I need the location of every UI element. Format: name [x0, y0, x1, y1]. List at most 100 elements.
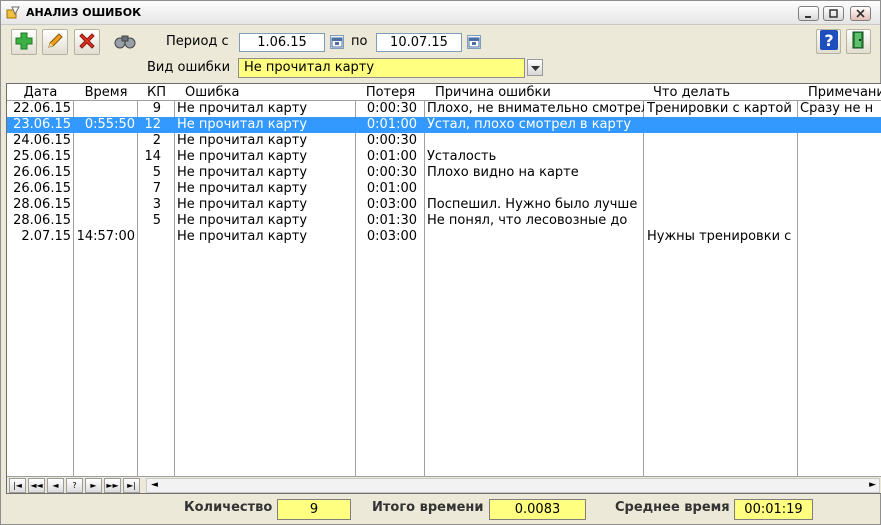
cell-todo[interactable]	[644, 213, 798, 229]
cell-loss[interactable]: 0:00:30	[356, 101, 425, 117]
cell-todo[interactable]: Нужны тренировки с	[644, 229, 798, 245]
cell-note[interactable]	[798, 197, 881, 213]
col-header-note[interactable]: Примечание	[798, 84, 881, 101]
date-to-field[interactable]: 10.07.15	[376, 33, 462, 52]
col-header-date[interactable]: Дата	[7, 84, 74, 101]
maximize-button[interactable]	[823, 6, 844, 21]
cell-todo[interactable]	[644, 117, 798, 133]
cell-kp[interactable]: 14	[138, 149, 175, 165]
cell-cause[interactable]: Плохо видно на карте	[425, 165, 644, 181]
cell-note[interactable]	[798, 165, 881, 181]
cell-cause[interactable]: Усталость	[425, 149, 644, 165]
col-header-error[interactable]: Ошибка	[175, 84, 356, 101]
table-row[interactable]: 26.06.15 7 Не прочитал карту 0:01:00	[7, 181, 881, 197]
cell-error[interactable]: Не прочитал карту	[175, 197, 356, 213]
cell-error[interactable]: Не прочитал карту	[175, 133, 356, 149]
cell-cause[interactable]: Устал, плохо смотрел в карту	[425, 117, 644, 133]
nav-find-button[interactable]: ?	[66, 478, 83, 493]
add-button[interactable]	[11, 29, 37, 55]
cell-time[interactable]: 14:57:00	[74, 229, 138, 245]
nav-prev-button[interactable]: ◄	[47, 478, 64, 493]
exit-button[interactable]	[846, 29, 871, 54]
col-header-todo[interactable]: Что делать	[644, 84, 798, 101]
cell-date[interactable]: 24.06.15	[7, 133, 74, 149]
cell-date[interactable]: 26.06.15	[7, 165, 74, 181]
cell-todo[interactable]	[644, 197, 798, 213]
cell-loss[interactable]: 0:01:30	[356, 213, 425, 229]
table-row[interactable]: 25.06.15 14 Не прочитал карту 0:01:00 Устало…	[7, 149, 881, 165]
col-header-cause[interactable]: Причина ошибки	[425, 84, 644, 101]
cell-note[interactable]	[798, 229, 881, 245]
help-button[interactable]: ?	[816, 29, 841, 54]
nav-prev-page-button[interactable]: ◄◄	[28, 478, 45, 493]
cell-time[interactable]	[74, 101, 138, 117]
error-type-select[interactable]: Не прочитал карту	[238, 58, 525, 78]
cell-kp[interactable]	[138, 229, 175, 245]
cell-todo[interactable]	[644, 165, 798, 181]
cell-loss[interactable]: 0:01:00	[356, 149, 425, 165]
cell-cause[interactable]: Не понял, что лесовозные до	[425, 213, 644, 229]
col-header-loss[interactable]: Потеря	[356, 84, 425, 101]
cell-loss[interactable]: 0:01:00	[356, 181, 425, 197]
nav-next-page-button[interactable]: ►►	[104, 478, 121, 493]
table-row[interactable]: 28.06.15 5 Не прочитал карту 0:01:30 Не поня…	[7, 213, 881, 229]
cell-note[interactable]	[798, 213, 881, 229]
table-row[interactable]: 2.07.15 14:57:00 Не прочитал карту 0:03:00 Н…	[7, 229, 881, 245]
table-row[interactable]: 24.06.15 2 Не прочитал карту 0:00:30	[7, 133, 881, 149]
cell-note[interactable]	[798, 133, 881, 149]
cell-error[interactable]: Не прочитал карту	[175, 229, 356, 245]
date-from-calendar-button[interactable]	[330, 35, 344, 49]
cell-time[interactable]	[74, 197, 138, 213]
table-row[interactable]: 26.06.15 5 Не прочитал карту 0:00:30 Плохо в…	[7, 165, 881, 181]
cell-todo[interactable]	[644, 149, 798, 165]
cell-date[interactable]: 26.06.15	[7, 181, 74, 197]
nav-last-button[interactable]: ►|	[123, 478, 140, 493]
minimize-button[interactable]	[798, 6, 819, 21]
table-row[interactable]: 22.06.15 9 Не прочитал карту 0:00:30 Плохо, …	[7, 101, 881, 117]
cell-todo[interactable]: Тренировки с картой	[644, 101, 798, 117]
cell-error[interactable]: Не прочитал карту	[175, 165, 356, 181]
horizontal-scrollbar[interactable]: ◄ ►	[146, 478, 880, 493]
col-header-kp[interactable]: КП	[138, 84, 175, 101]
cell-time[interactable]: 0:55:50	[74, 117, 138, 133]
cell-kp[interactable]: 12	[138, 117, 175, 133]
cell-time[interactable]	[74, 181, 138, 197]
errors-table[interactable]: Дата Время КП Ошибка Потеря Причина ошиб…	[6, 83, 881, 494]
cell-date[interactable]: 23.06.15	[7, 117, 74, 133]
cell-todo[interactable]	[644, 133, 798, 149]
cell-error[interactable]: Не прочитал карту	[175, 181, 356, 197]
cell-loss[interactable]: 0:00:30	[356, 165, 425, 181]
cell-cause[interactable]: Поспешил. Нужно было лучше	[425, 197, 644, 213]
cell-date[interactable]: 25.06.15	[7, 149, 74, 165]
cell-kp[interactable]: 5	[138, 213, 175, 229]
cell-time[interactable]	[74, 213, 138, 229]
cell-error[interactable]: Не прочитал карту	[175, 117, 356, 133]
cell-date[interactable]: 28.06.15	[7, 213, 74, 229]
table-row[interactable]: 28.06.15 3 Не прочитал карту 0:03:00 Поспеши…	[7, 197, 881, 213]
cell-loss[interactable]: 0:03:00	[356, 229, 425, 245]
cell-date[interactable]: 2.07.15	[7, 229, 74, 245]
error-type-dropdown-button[interactable]	[527, 59, 543, 76]
cell-kp[interactable]: 9	[138, 101, 175, 117]
cell-date[interactable]: 22.06.15	[7, 101, 74, 117]
cell-cause[interactable]	[425, 133, 644, 149]
cell-todo[interactable]	[644, 181, 798, 197]
nav-next-button[interactable]: ►	[85, 478, 102, 493]
cell-kp[interactable]: 5	[138, 165, 175, 181]
cell-date[interactable]: 28.06.15	[7, 197, 74, 213]
date-from-field[interactable]: 1.06.15	[239, 33, 325, 52]
close-button[interactable]	[850, 6, 871, 21]
cell-loss[interactable]: 0:00:30	[356, 133, 425, 149]
date-to-calendar-button[interactable]	[467, 35, 481, 49]
cell-error[interactable]: Не прочитал карту	[175, 149, 356, 165]
cell-error[interactable]: Не прочитал карту	[175, 213, 356, 229]
cell-note[interactable]	[798, 181, 881, 197]
cell-kp[interactable]: 3	[138, 197, 175, 213]
col-header-time[interactable]: Время	[74, 84, 138, 101]
cell-kp[interactable]: 7	[138, 181, 175, 197]
edit-button[interactable]	[42, 29, 68, 55]
cell-note[interactable]	[798, 117, 881, 133]
cell-note[interactable]: Сразу не н	[798, 101, 881, 117]
table-row[interactable]: 23.06.15 0:55:50 12 Не прочитал карту 0:01:0…	[7, 117, 881, 133]
cell-error[interactable]: Не прочитал карту	[175, 101, 356, 117]
